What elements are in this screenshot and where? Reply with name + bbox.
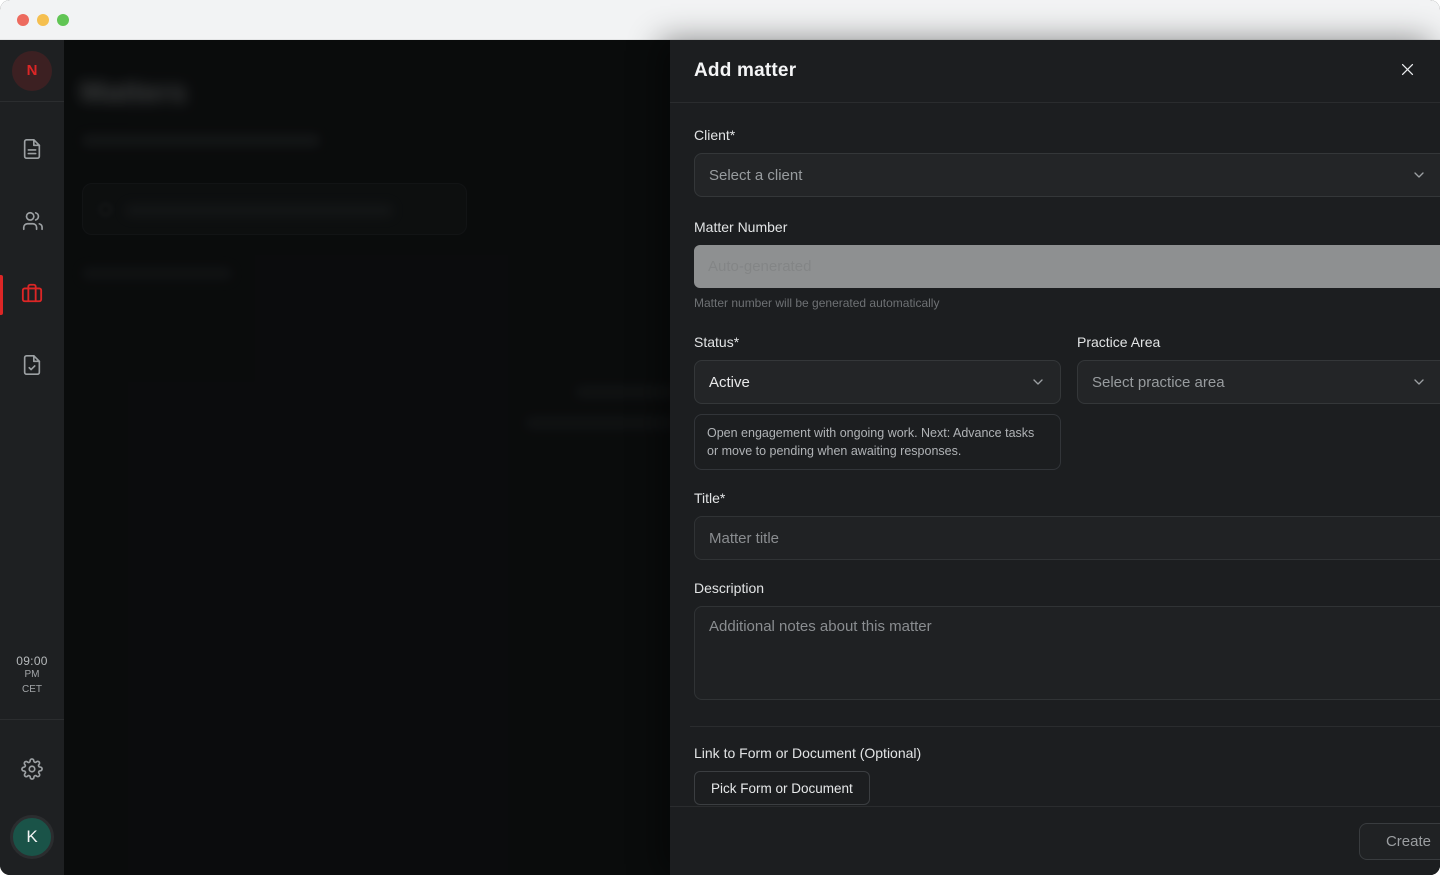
status-select-value: Active xyxy=(709,374,750,391)
sidebar-nav xyxy=(0,102,64,389)
file-text-icon xyxy=(21,138,43,165)
sidebar-bottom: K xyxy=(0,719,64,875)
minimize-window-button[interactable] xyxy=(37,14,49,26)
settings-button[interactable] xyxy=(21,758,43,785)
sidebar-item-forms[interactable] xyxy=(0,345,64,389)
file-check-icon xyxy=(21,354,43,381)
client-field-group: Client* Select a client xyxy=(694,127,1440,197)
status-field-group: Status* Active Open engagement with ongo… xyxy=(694,334,1061,470)
app-window: N xyxy=(0,0,1440,875)
description-textarea[interactable] xyxy=(694,606,1440,700)
add-matter-drawer: Add matter Client* Select a client xyxy=(670,40,1440,875)
logo-letter: N xyxy=(27,62,38,79)
practice-area-placeholder: Select practice area xyxy=(1092,374,1225,391)
title-field-group: Title* xyxy=(694,490,1440,560)
user-avatar[interactable]: K xyxy=(10,815,54,859)
close-drawer-button[interactable] xyxy=(1392,56,1422,86)
clock-hour: 09:00 xyxy=(16,654,48,668)
pick-form-or-document-button[interactable]: Pick Form or Document xyxy=(694,771,870,805)
titlebar xyxy=(0,0,1440,40)
close-icon xyxy=(1399,61,1416,81)
sidebar: N xyxy=(0,40,64,875)
description-field-group: Description xyxy=(694,580,1440,700)
link-label: Link to Form or Document (Optional) xyxy=(694,745,1440,761)
matter-number-label: Matter Number xyxy=(694,219,1440,235)
gear-icon xyxy=(21,758,43,785)
close-window-button[interactable] xyxy=(17,14,29,26)
title-input[interactable] xyxy=(694,516,1440,560)
app-logo[interactable]: N xyxy=(12,51,52,91)
add-matter-form: Client* Select a client Matter Number Au… xyxy=(670,103,1440,806)
chevron-down-icon xyxy=(1411,167,1427,183)
clock-display: 09:00 PM CET xyxy=(16,654,48,719)
zoom-window-button[interactable] xyxy=(57,14,69,26)
matter-number-input-disabled: Auto-generated xyxy=(694,245,1440,288)
sidebar-item-documents[interactable] xyxy=(0,129,64,173)
form-divider xyxy=(690,726,1440,727)
client-select-placeholder: Select a client xyxy=(709,167,802,184)
create-button[interactable]: Create xyxy=(1359,823,1440,860)
practice-area-select[interactable]: Select practice area xyxy=(1077,360,1440,404)
description-label: Description xyxy=(694,580,1440,596)
title-label: Title* xyxy=(694,490,1440,506)
matter-number-hint: Matter number will be generated automati… xyxy=(694,296,1440,310)
chevron-down-icon xyxy=(1030,374,1046,390)
status-practice-row: Status* Active Open engagement with ongo… xyxy=(694,334,1440,470)
chevron-down-icon xyxy=(1411,374,1427,390)
practice-area-label: Practice Area xyxy=(1077,334,1440,350)
link-field-group: Link to Form or Document (Optional) Pick… xyxy=(694,745,1440,805)
drawer-header: Add matter xyxy=(670,40,1440,103)
avatar-letter: K xyxy=(26,827,37,847)
drawer-footer: Create xyxy=(670,806,1440,875)
users-icon xyxy=(21,210,43,237)
client-label: Client* xyxy=(694,127,1440,143)
sidebar-item-matters[interactable] xyxy=(0,273,64,317)
client-select[interactable]: Select a client xyxy=(694,153,1440,197)
status-select[interactable]: Active xyxy=(694,360,1061,404)
sidebar-item-clients[interactable] xyxy=(0,201,64,245)
matter-number-field-group: Matter Number Auto-generated Matter numb… xyxy=(694,219,1440,310)
logo-cell: N xyxy=(0,40,64,102)
briefcase-icon xyxy=(21,282,43,309)
status-help-text: Open engagement with ongoing work. Next:… xyxy=(694,414,1061,470)
app-body: N xyxy=(0,40,1440,875)
matter-number-placeholder: Auto-generated xyxy=(708,258,811,275)
drawer-title: Add matter xyxy=(694,60,796,82)
practice-area-field-group: Practice Area Select practice area xyxy=(1077,334,1440,470)
clock-timezone: CET xyxy=(16,683,48,698)
clock-meridiem: PM xyxy=(16,668,48,683)
status-label: Status* xyxy=(694,334,1061,350)
